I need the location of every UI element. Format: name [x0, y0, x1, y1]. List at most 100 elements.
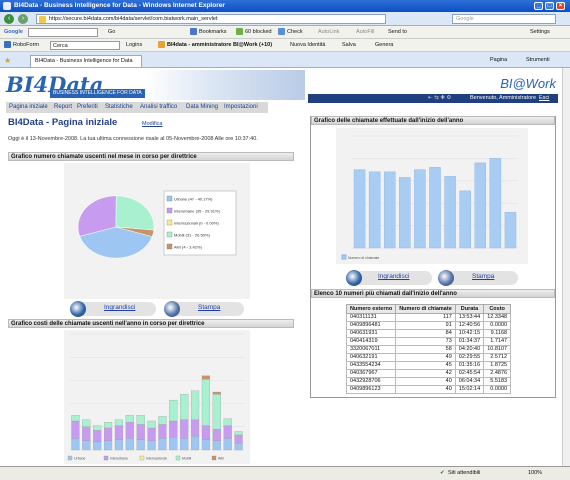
roboform-button[interactable]: RoboForm [4, 41, 39, 50]
block-icon [236, 28, 243, 36]
legend-swatch [341, 254, 347, 260]
google-search-field[interactable] [28, 28, 98, 37]
address-bar: ‹ › https://secure.bi4data.com/bi4data/s… [0, 12, 570, 26]
bar [414, 169, 426, 249]
tab-bi4data[interactable]: BI4Data - Business Intelligence for Data [30, 55, 142, 67]
legend-label: Interurbane (35 - 29.91%) [174, 209, 220, 214]
table-row: 040311131 117 13:53:44 12.3348 [345, 313, 512, 322]
menu-statistiche[interactable]: Statistiche [105, 102, 133, 113]
new-identity-button[interactable]: Nuova Identità [290, 41, 325, 50]
url-field[interactable]: https://secure.bi4data.com/bi4data/servl… [36, 14, 386, 24]
pie-zoom-button[interactable]: Ingrandisci [70, 301, 156, 317]
identity-button[interactable]: BI4data - amministratore BI@Work (+10) [158, 41, 272, 50]
check-button[interactable]: Check [278, 28, 303, 37]
magnifier-icon [346, 270, 362, 286]
vertical-scrollbar[interactable] [562, 68, 570, 466]
save-button[interactable]: Salva [342, 41, 356, 50]
stacked-bar-segment [125, 438, 134, 451]
menu-preferiti[interactable]: Preferiti [77, 102, 98, 113]
bar-chart-panel: Numero di chiamate [336, 128, 528, 264]
search-input[interactable]: Google [452, 14, 556, 24]
zoom-level[interactable]: 100% [528, 467, 542, 480]
menu-report[interactable]: Report [54, 102, 72, 113]
table-row: 040632191 49 02:29:55 2.5712 [345, 353, 512, 362]
table-cell: 01:34:37 [454, 337, 485, 346]
table-cell: 06:04:34 [454, 377, 485, 386]
printer-icon [438, 270, 454, 286]
bookmarks-button[interactable]: Bookmarks [190, 28, 227, 37]
nav-icons[interactable]: ⇤ ⇆ ✚ ⚙ [428, 94, 451, 103]
stacked-bar-segment [190, 390, 200, 420]
stacked-bar-segment [82, 440, 91, 451]
table-cell: 10:42:15 [454, 329, 485, 338]
pie-chart: Urbane (47 - 40.17%) Interurbane (35 - 29… [77, 190, 237, 259]
pie-print-button[interactable]: Stampa [164, 301, 244, 317]
legend-swatch [67, 455, 73, 461]
welcome-text: Benvenuto, Amministratore [470, 95, 537, 101]
bar [368, 171, 381, 249]
bar-print-button[interactable]: Stampa [438, 270, 518, 286]
stacked-bar-segment [201, 439, 211, 451]
forward-button[interactable]: › [18, 14, 28, 24]
stacked-bar-segment [136, 424, 145, 440]
legend-swatch [166, 243, 173, 250]
stacked-bar-segment [169, 399, 178, 422]
page-menu[interactable]: Pagina [490, 56, 507, 65]
settings-button[interactable]: Settings [530, 28, 550, 37]
stacked-bar-segment [158, 416, 167, 425]
bar [474, 162, 487, 249]
generate-button[interactable]: Genera [375, 41, 393, 50]
stacked-bar-segment [114, 439, 124, 451]
menu-impostazioni[interactable]: Impostazioni [224, 102, 258, 113]
go-button[interactable]: Go [108, 28, 115, 37]
legend-label: Urbane [74, 457, 86, 461]
col-numero-esterno: Numero esterno [345, 304, 397, 314]
menu-data-mining[interactable]: Data Mining [186, 102, 218, 113]
stacked-bar-segment [158, 438, 167, 451]
legend-swatch [211, 455, 217, 461]
table-row: 040414319 73 01:34:37 1.7147 [345, 337, 512, 346]
tools-menu[interactable]: Strumenti [526, 56, 550, 65]
google-logo: Google [4, 29, 23, 35]
logout-link[interactable]: Esci [539, 94, 549, 103]
col-numero-chiamate: Numero di chiamate [395, 304, 456, 314]
bar-zoom-button[interactable]: Ingrandisci [346, 270, 432, 286]
sendto-button[interactable]: Send to [388, 28, 407, 37]
stacked-bar-segment [103, 422, 113, 429]
stacked-bar-segment [103, 427, 113, 441]
table-cell: 10.8107 [483, 345, 512, 354]
maximize-button[interactable]: □ [545, 2, 554, 10]
minimize-button[interactable]: _ [534, 2, 543, 10]
table-cell: 45 [395, 361, 456, 370]
table-cell: 0433554234 [345, 361, 397, 370]
logins-button[interactable]: Logins [126, 41, 142, 50]
table-cell: 15:02:14 [454, 385, 485, 394]
table-cell: 40 [395, 385, 456, 394]
menu-analisi-traffico[interactable]: Analisi traffico [140, 102, 177, 113]
back-button[interactable]: ‹ [4, 14, 14, 24]
page-title: BI4Data - Pagina iniziale [8, 117, 118, 128]
cerca-field[interactable]: Cerca [50, 41, 120, 50]
table-row: 3320067011 58 04:20:40 10.8107 [345, 345, 512, 354]
table-cell: 0409896123 [345, 385, 397, 394]
modifica-link[interactable]: Modifica [142, 121, 162, 127]
favorites-star-icon[interactable]: ★ [4, 56, 11, 65]
table-cell: 040632191 [345, 353, 397, 362]
autolink-button[interactable]: AutoLink [318, 28, 339, 37]
stacked-bar-segment [223, 438, 232, 451]
bar [383, 171, 396, 249]
table-cell: 04:20:40 [454, 345, 485, 354]
legend-label: Internazionali [146, 457, 167, 461]
legend-label: Altri (4 - 3.42%) [174, 245, 202, 250]
autofill-button[interactable]: AutoFill [356, 28, 374, 37]
menu-home[interactable]: Pagina iniziale [9, 102, 48, 113]
table-cell: 0409896481 [345, 321, 397, 330]
close-button[interactable]: × [556, 2, 565, 10]
popup-blocked-button[interactable]: 60 blocked [236, 28, 272, 37]
google-toolbar: Google Go Bookmarks 60 blocked Check Aut… [0, 26, 570, 39]
stacked-bar-segment [82, 419, 91, 427]
zone-text: Siti attendibili [448, 470, 481, 476]
col-costo: Costo [483, 304, 512, 314]
stacked-bar-segment [71, 415, 80, 422]
header-image [145, 70, 305, 100]
